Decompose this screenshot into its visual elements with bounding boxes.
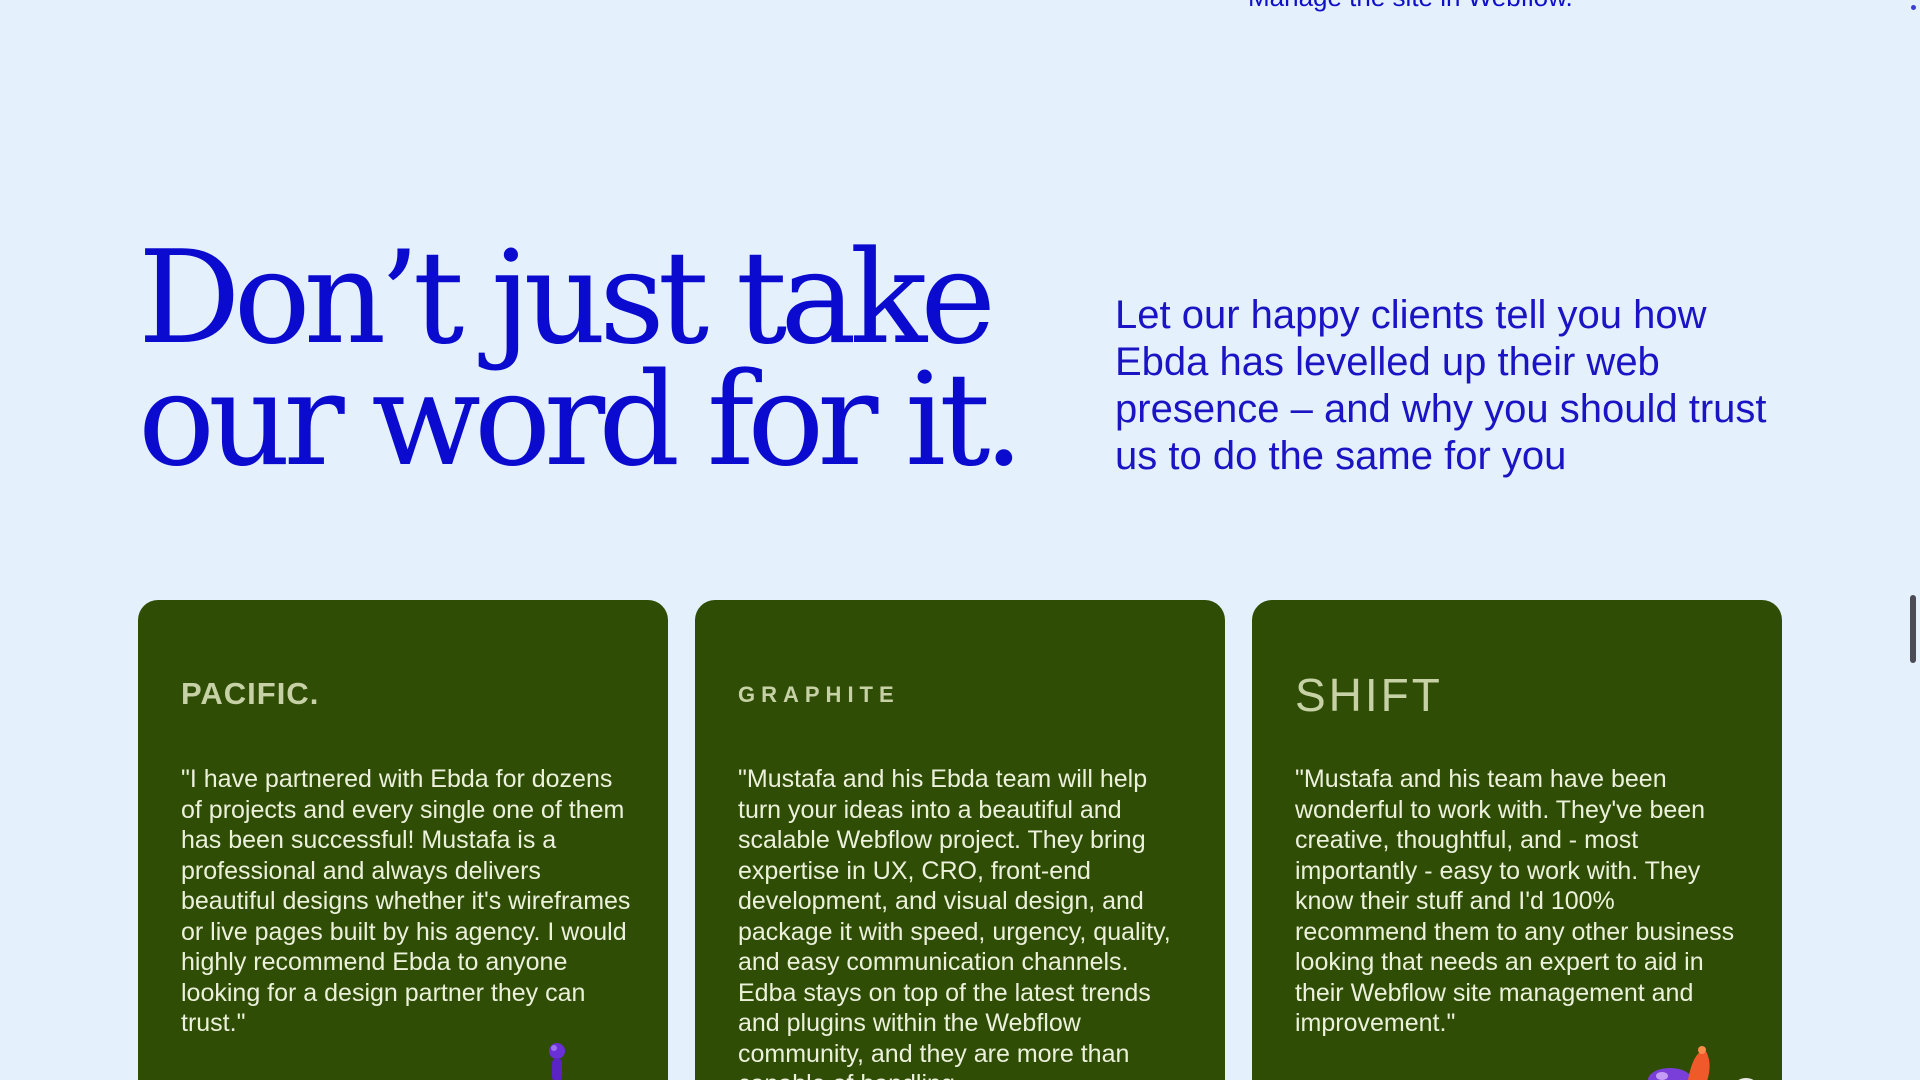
testimonial-card-shift: SHIFT "Mustafa and his team have been wo… [1252, 600, 1782, 1080]
testimonial-cards: PACIFIC. "I have partnered with Ebda for… [138, 600, 1783, 1080]
top-cutoff-text: Manage the site in Webflow. [1248, 0, 1573, 13]
edge-dot [1911, 5, 1916, 10]
client-logo-graphite: GRAPHITE [738, 682, 900, 707]
testimonial-quote: "Mustafa and his team have been wonderfu… [1295, 765, 1735, 1037]
testimonial-quote: "Mustafa and his Ebda team will help tur… [738, 765, 1171, 1080]
testimonial-card-pacific: PACIFIC. "I have partnered with Ebda for… [138, 600, 668, 1080]
client-logo-shift: SHIFT [1295, 669, 1443, 721]
client-logo-pacific: PACIFIC. [181, 676, 320, 711]
page-scrollbar-thumb[interactable] [1910, 595, 1916, 663]
section-heading: Don’t just take our word for it. [138, 224, 1024, 495]
heading-line-1: Don’t just take [138, 224, 996, 373]
section-intro: Let our happy clients tell you how Ebda … [1115, 293, 1767, 478]
testimonial-card-graphite: GRAPHITE "Mustafa and his Ebda team will… [695, 600, 1225, 1080]
purple-figure-icon [549, 1043, 565, 1080]
orange-figure-icon [1648, 1046, 1754, 1080]
testimonial-quote: "I have partnered with Ebda for dozens o… [181, 765, 631, 1037]
heading-line-2: our word for it. [138, 346, 1024, 495]
